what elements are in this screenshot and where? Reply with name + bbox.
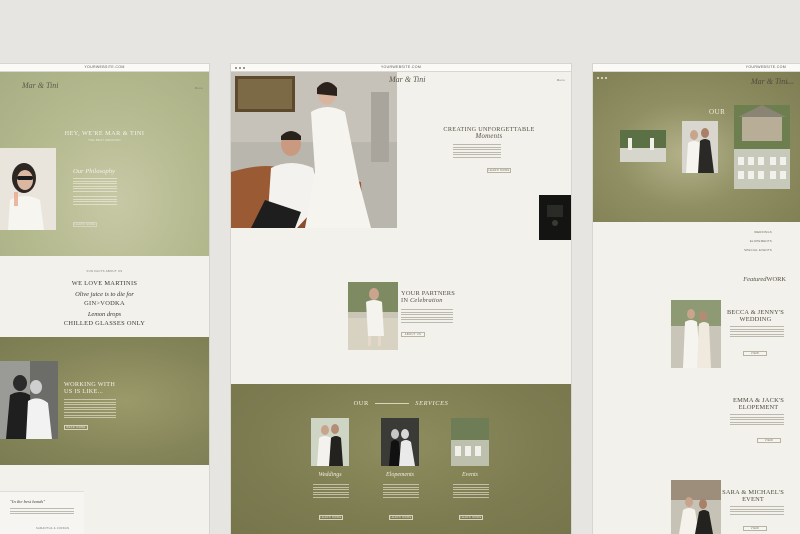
sara-michael-title: SARA & MICHAEL'S EVENT — [722, 489, 784, 503]
partners-photo — [348, 282, 398, 350]
partners-title-script: Celebration — [409, 297, 443, 304]
menu-link[interactable]: Menu — [786, 81, 794, 85]
middle-website-mockup: YOURWEBSITE.COM Mar & Tini Menu CREATING… — [231, 64, 571, 534]
fun-facts-eyebrow: FUN FACTS ABOUT US — [86, 269, 123, 273]
service-label-weddings: Weddings — [318, 472, 342, 478]
events-photo — [451, 418, 489, 466]
fact-3: GIN>VODKA — [84, 300, 125, 307]
philosophy-title: Our Philosophy — [73, 168, 115, 175]
testimonial-card: "In the best hands" SAMANTHA & JORDAN — [0, 491, 84, 534]
working-with-us-section: WORKING WITH US IS LIKE... READ MORE — [0, 337, 209, 465]
about-us-button[interactable]: ABOUT US — [401, 332, 425, 337]
services-section: OUR SERVICES Weddings Elopements Events … — [231, 384, 571, 534]
service-label-elopements: Elopements — [386, 472, 414, 478]
featured-heading: FeaturedWORK — [743, 276, 786, 283]
couple-photo — [682, 121, 718, 173]
testimonial-author: SAMANTHA & JORDAN — [36, 527, 70, 530]
read-more-button[interactable]: READ MORE — [64, 425, 88, 430]
services-title: SERVICES — [415, 400, 449, 407]
menu-link[interactable]: Menu — [557, 78, 565, 82]
hero-section: Mar & Tini Menu OUR — [593, 72, 800, 222]
working-title-line-1: WORKING WITH — [64, 381, 116, 388]
nav-elopements[interactable]: ELOPEMENTS — [750, 239, 772, 243]
url-bar[interactable]: YOURWEBSITE.COM — [231, 65, 571, 69]
browser-bar: YOURWEBSITE.COM — [593, 64, 800, 72]
hero-our: OUR — [709, 108, 726, 116]
left-website-mockup: YOURWEBSITE.COM Mar & Tini Menu HEY, WE'… — [0, 64, 209, 534]
nav-special-events[interactable]: SPECIAL EVENTS — [744, 248, 772, 252]
fun-facts-section: FUN FACTS ABOUT US WE LOVE MARTINIS Oliv… — [0, 269, 209, 327]
service-label-events: Events — [462, 472, 478, 478]
couple-bw-photo — [0, 361, 58, 439]
window-controls — [597, 77, 607, 79]
fact-2: Olive juice is to die for — [75, 291, 134, 298]
partners-title-line-1: YOUR PARTNERS — [401, 290, 456, 297]
learn-more-button[interactable]: LEARN MORE — [487, 168, 511, 173]
floating-dark-photo — [539, 195, 571, 240]
hero-title-text: CREATING UNFORGETTABLE — [443, 126, 535, 133]
weddings-photo — [311, 418, 349, 466]
hero-title-script: Moments — [475, 133, 503, 140]
becca-jenny-title: BECCA & JENNY'S WEDDING — [726, 309, 784, 323]
url-bar[interactable]: YOURWEBSITE.COM — [0, 65, 209, 69]
hero-section: Mar & Tini Menu HEY, WE'RE MAR & TINI TH… — [0, 72, 209, 256]
becca-jenny-view-button[interactable]: VIEW — [743, 351, 767, 356]
weddings-learn-more-button[interactable]: LEARN MORE — [319, 515, 343, 520]
url-bar[interactable]: YOURWEBSITE.COM — [593, 65, 800, 69]
site-logo[interactable]: Mar & Tini — [751, 78, 787, 86]
ceremony-chairs-photo — [734, 105, 790, 189]
becca-jenny-photo — [671, 300, 721, 368]
fact-1: WE LOVE MARTINIS — [71, 280, 138, 287]
right-website-mockup: YOURWEBSITE.COM Mar & Tini Menu OUR WEDD… — [593, 64, 800, 534]
hero-couple-photo — [231, 72, 397, 228]
elopements-photo — [381, 418, 419, 466]
site-logo[interactable]: Mar & Tini — [22, 82, 58, 90]
menu-link[interactable]: Menu — [195, 86, 203, 90]
emma-jack-title: EMMA & JACK'S ELOPEMENT — [733, 397, 784, 411]
fact-5: CHILLED GLASSES ONLY — [63, 320, 146, 327]
venue-photo — [620, 130, 666, 162]
nav-weddings[interactable]: WEDDINGS — [754, 230, 772, 234]
partners-title: YOUR PARTNERS IN Celebration — [401, 290, 455, 304]
sara-michael-view-button[interactable]: VIEW — [743, 526, 767, 531]
elopements-learn-more-button[interactable]: LEARN MORE — [389, 515, 413, 520]
emma-jack-view-button[interactable]: VIEW — [757, 438, 781, 443]
services-heading: OUR SERVICES — [231, 400, 571, 407]
hero-subheading: THE BEST WEDDING — [88, 138, 121, 142]
featured-script: Featured — [743, 276, 767, 283]
hero-heading: HEY, WE'RE MAR & TINI — [64, 130, 145, 137]
browser-bar: YOURWEBSITE.COM — [231, 64, 571, 72]
site-logo[interactable]: Mar & Tini — [389, 76, 425, 84]
learn-more-button[interactable]: LEARN MORE — [73, 222, 97, 227]
portrait-photo — [0, 148, 56, 230]
sara-michael-photo — [671, 480, 721, 534]
events-learn-more-button[interactable]: LEARN MORE — [459, 515, 483, 520]
services-our: OUR — [353, 400, 369, 407]
partners-title-line-2: IN — [401, 297, 409, 304]
fact-4: Lemon drops — [87, 311, 122, 318]
featured-title: WORK — [766, 276, 786, 283]
testimonial-quote: "In the best hands" — [10, 499, 46, 504]
browser-bar: YOURWEBSITE.COM — [0, 64, 209, 72]
working-title-line-2: US IS LIKE... — [64, 388, 104, 395]
hero-title: CREATING UNFORGETTABLE Moments — [434, 126, 544, 140]
